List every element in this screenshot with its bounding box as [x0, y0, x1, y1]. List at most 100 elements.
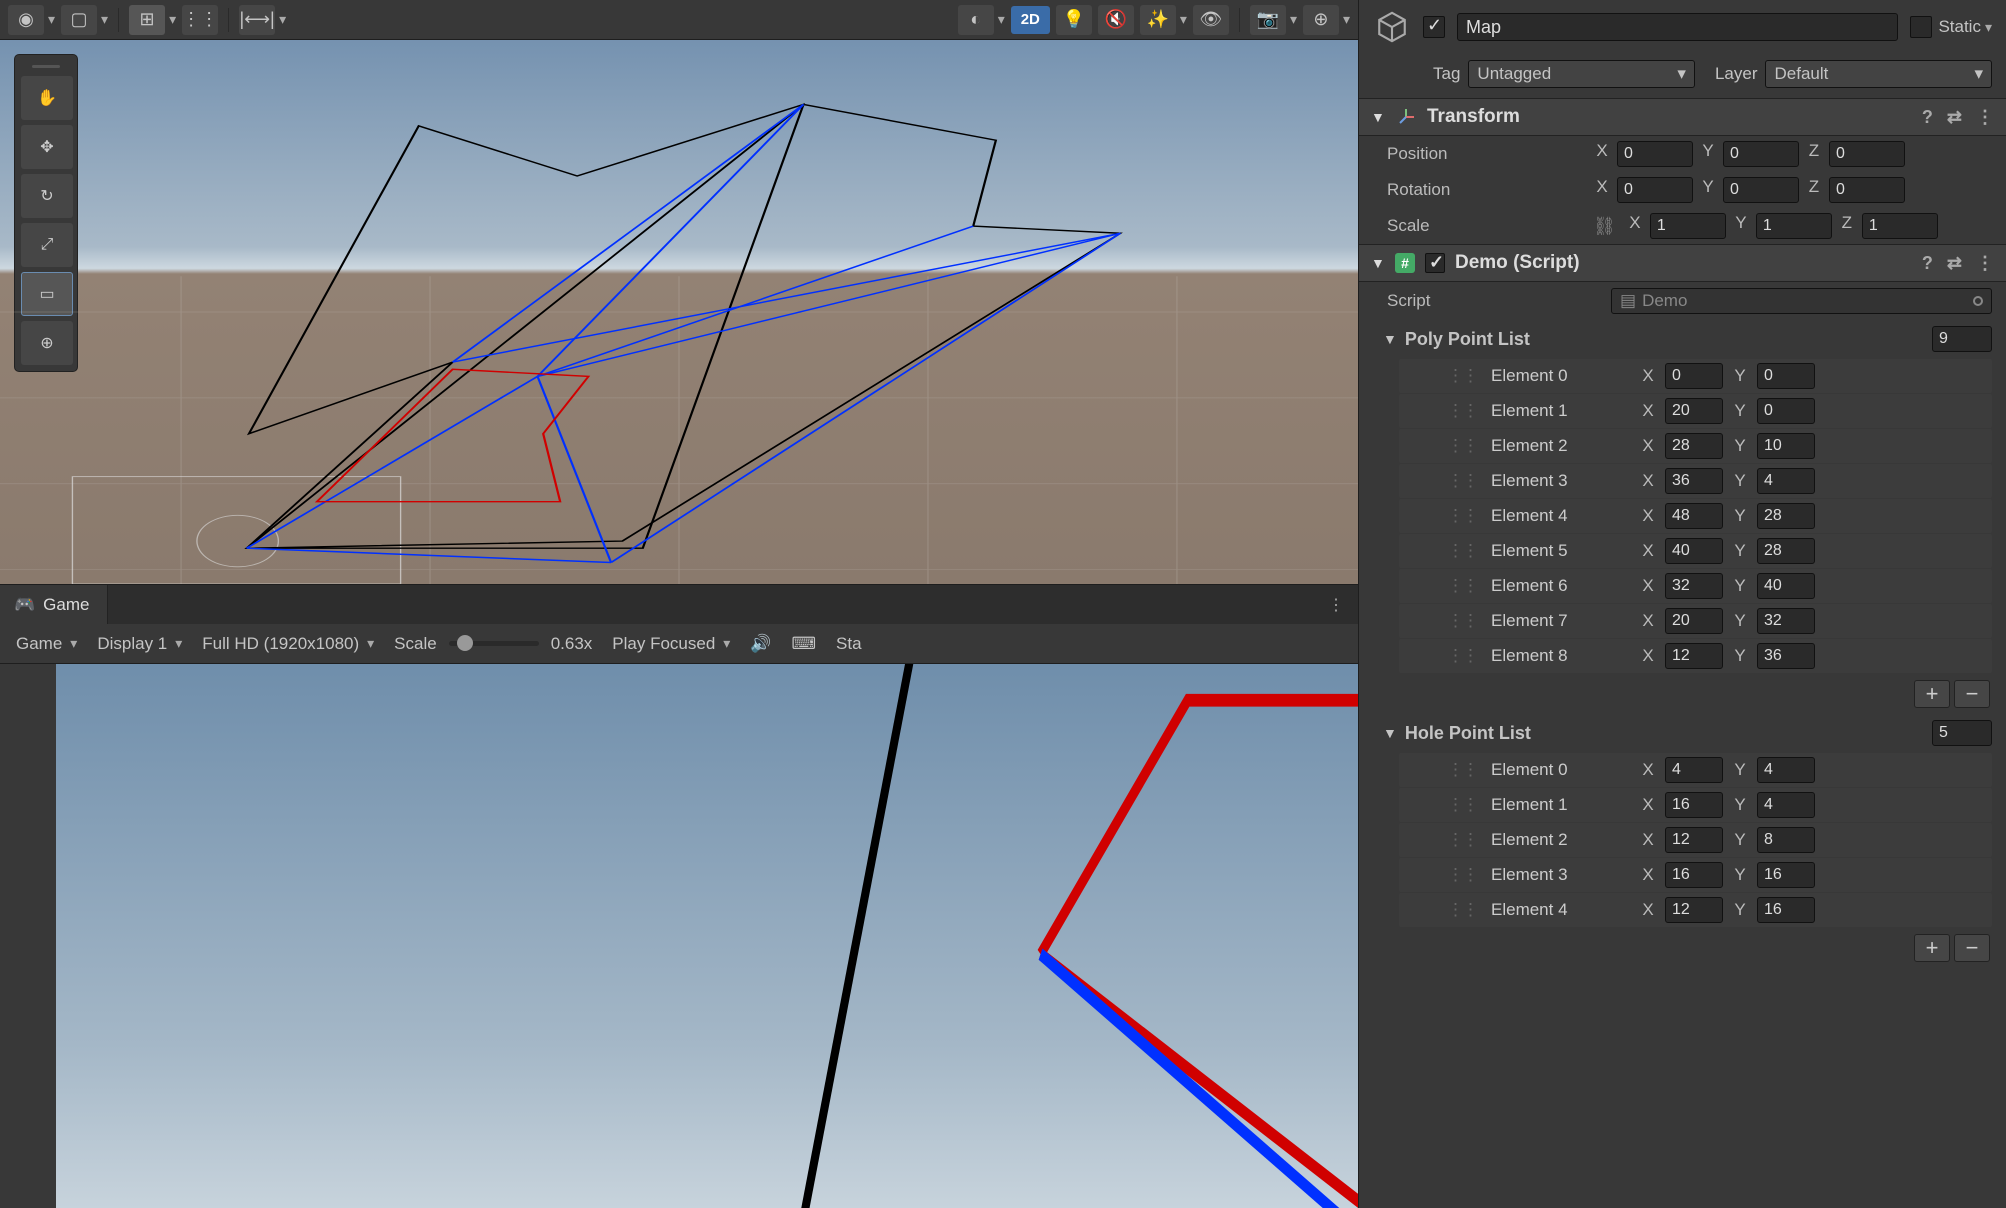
resolution-select[interactable]: Full HD (1920x1080)▾	[194, 630, 382, 658]
element-x-field[interactable]	[1665, 468, 1723, 494]
add-element-button[interactable]: +	[1914, 680, 1950, 708]
hidden-objects-icon[interactable]: 👁	[1193, 5, 1229, 35]
remove-element-button[interactable]: −	[1954, 680, 1990, 708]
help-icon[interactable]: ?	[1922, 253, 1933, 274]
effects-icon[interactable]: ✨	[1140, 5, 1176, 35]
element-y-field[interactable]	[1757, 538, 1815, 564]
camera-icon[interactable]: 📷	[1250, 5, 1286, 35]
element-x-field[interactable]	[1665, 827, 1723, 853]
gameobject-name-field[interactable]	[1457, 13, 1898, 41]
poly-count-field[interactable]	[1932, 326, 1992, 352]
add-element-button[interactable]: +	[1914, 934, 1950, 962]
demo-component-header[interactable]: ▼ # Demo (Script) ? ⇄ ⋮	[1359, 244, 2006, 282]
transform-component-header[interactable]: ▼ Transform ? ⇄ ⋮	[1359, 98, 2006, 136]
tag-select[interactable]: Untagged▾	[1468, 60, 1695, 88]
element-x-field[interactable]	[1665, 363, 1723, 389]
preset-icon[interactable]: ⇄	[1947, 253, 1962, 274]
constrain-proportions-icon[interactable]: ⛓	[1593, 216, 1616, 237]
scale-y-field[interactable]	[1756, 213, 1832, 239]
kebab-menu-icon[interactable]: ⋮	[1976, 253, 1994, 274]
element-x-field[interactable]	[1665, 792, 1723, 818]
element-y-field[interactable]	[1757, 363, 1815, 389]
play-mode-select[interactable]: Play Focused▾	[604, 630, 738, 658]
game-tab[interactable]: 🎮 Game	[0, 585, 108, 624]
position-y-field[interactable]	[1723, 141, 1799, 167]
position-x-field[interactable]	[1617, 141, 1693, 167]
wireframe-icon[interactable]: ▢	[61, 5, 97, 35]
element-y-field[interactable]	[1757, 757, 1815, 783]
scale-x-field[interactable]	[1650, 213, 1726, 239]
chevron-down-icon[interactable]: ▾	[1343, 11, 1350, 28]
pivot-center-icon[interactable]: ◉	[8, 5, 44, 35]
rotation-y-field[interactable]	[1723, 177, 1799, 203]
drag-handle-icon[interactable]: ⋮⋮	[1447, 760, 1477, 780]
static-checkbox[interactable]	[1910, 16, 1932, 38]
element-x-field[interactable]	[1665, 862, 1723, 888]
element-x-field[interactable]	[1665, 398, 1723, 424]
script-field[interactable]: ▤Demo	[1611, 288, 1992, 314]
element-y-field[interactable]	[1757, 433, 1815, 459]
drag-handle-icon[interactable]: ⋮⋮	[1447, 611, 1477, 631]
chevron-down-icon[interactable]: ▾	[169, 11, 176, 28]
foldout-icon[interactable]: ▼	[1371, 255, 1385, 271]
scale-z-field[interactable]	[1862, 213, 1938, 239]
element-y-field[interactable]	[1757, 398, 1815, 424]
drag-handle-icon[interactable]: ⋮⋮	[1447, 865, 1477, 885]
drag-handle-icon[interactable]: ⋮⋮	[1447, 646, 1477, 666]
chevron-down-icon[interactable]: ▾	[279, 11, 286, 28]
ruler-icon[interactable]: |⟷|	[239, 5, 275, 35]
element-x-field[interactable]	[1665, 757, 1723, 783]
display-select[interactable]: Display 1▾	[89, 630, 190, 658]
remove-element-button[interactable]: −	[1954, 934, 1990, 962]
drag-handle-icon[interactable]: ⋮⋮	[1447, 576, 1477, 596]
scale-slider[interactable]	[449, 641, 539, 646]
snap-increment-icon[interactable]: ⋮⋮	[182, 5, 218, 35]
preset-icon[interactable]: ⇄	[1947, 107, 1962, 128]
grid-snap-icon[interactable]: ⊞	[129, 5, 165, 35]
element-y-field[interactable]	[1757, 643, 1815, 669]
drag-handle-icon[interactable]: ⋮⋮	[1447, 900, 1477, 920]
element-y-field[interactable]	[1757, 827, 1815, 853]
hole-count-field[interactable]	[1932, 720, 1992, 746]
chevron-down-icon[interactable]: ▾	[1180, 11, 1187, 28]
chevron-down-icon[interactable]: ▾	[998, 11, 1005, 28]
drag-handle-icon[interactable]: ⋮⋮	[1447, 401, 1477, 421]
element-y-field[interactable]	[1757, 503, 1815, 529]
chevron-down-icon[interactable]: ▾	[1290, 11, 1297, 28]
keyboard-icon[interactable]: ⌨	[784, 634, 825, 654]
element-x-field[interactable]	[1665, 433, 1723, 459]
object-picker-icon[interactable]	[1973, 296, 1983, 306]
speaker-icon[interactable]: 🔊	[742, 634, 779, 654]
component-enabled-checkbox[interactable]	[1425, 253, 1445, 273]
element-y-field[interactable]	[1757, 468, 1815, 494]
foldout-icon[interactable]: ▼	[1383, 725, 1397, 741]
drag-handle-icon[interactable]: ⋮⋮	[1447, 436, 1477, 456]
scene-viewport[interactable]: ✋ ✥ ↻ ⤢ ▭ ⊕	[0, 40, 1358, 584]
element-x-field[interactable]	[1665, 608, 1723, 634]
drag-handle-icon[interactable]: ⋮⋮	[1447, 541, 1477, 561]
element-y-field[interactable]	[1757, 862, 1815, 888]
audio-icon[interactable]: 🔇	[1098, 5, 1134, 35]
game-select[interactable]: Game▾	[8, 630, 85, 658]
element-y-field[interactable]	[1757, 573, 1815, 599]
chevron-down-icon[interactable]: ▾	[101, 11, 108, 28]
rotation-z-field[interactable]	[1829, 177, 1905, 203]
game-viewport[interactable]	[0, 664, 1358, 1208]
drag-handle-icon[interactable]: ⋮⋮	[1447, 795, 1477, 815]
drag-handle-icon[interactable]: ⋮⋮	[1447, 506, 1477, 526]
element-x-field[interactable]	[1665, 643, 1723, 669]
element-y-field[interactable]	[1757, 792, 1815, 818]
layer-select[interactable]: Default▾	[1765, 60, 1992, 88]
stats-label[interactable]: Sta	[828, 630, 870, 658]
element-y-field[interactable]	[1757, 897, 1815, 923]
drag-handle-icon[interactable]: ⋮⋮	[1447, 830, 1477, 850]
position-z-field[interactable]	[1829, 141, 1905, 167]
shading-mode-icon[interactable]: ◐	[958, 5, 994, 35]
element-x-field[interactable]	[1665, 897, 1723, 923]
foldout-icon[interactable]: ▼	[1371, 109, 1385, 125]
element-x-field[interactable]	[1665, 503, 1723, 529]
chevron-down-icon[interactable]: ▾	[1985, 19, 1992, 36]
kebab-menu-icon[interactable]: ⋮	[1314, 595, 1358, 615]
rotation-x-field[interactable]	[1617, 177, 1693, 203]
2d-toggle[interactable]: 2D	[1011, 6, 1050, 34]
